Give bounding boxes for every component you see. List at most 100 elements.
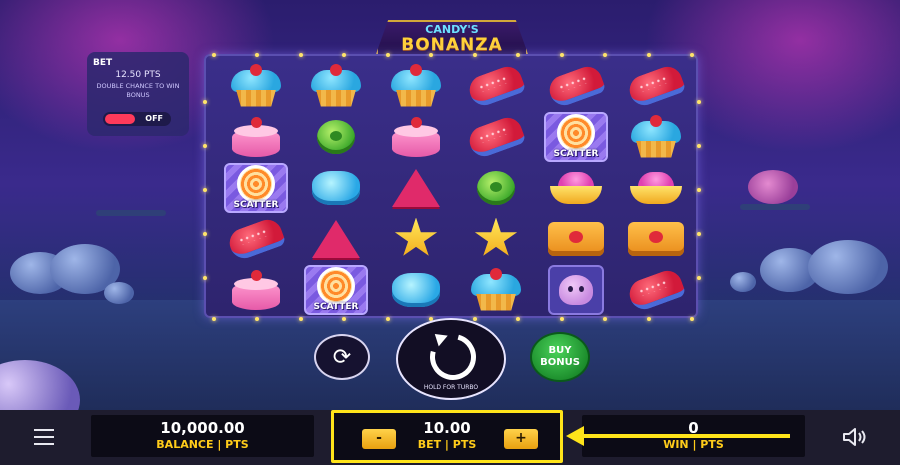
decor-balloon: [808, 240, 888, 294]
reel-cell: [296, 111, 376, 162]
frame-light: [212, 53, 216, 57]
red-jelly-symbol: [625, 62, 687, 109]
frame-light: [516, 53, 521, 57]
cupcake-symbol: [627, 114, 685, 159]
pink-cake-symbol: [389, 115, 443, 159]
green-candy-symbol: [477, 170, 515, 205]
star-candy-symbol: [474, 217, 518, 256]
red-jelly-symbol: [225, 215, 287, 262]
reel-cell: [536, 60, 616, 111]
bet-decrease-button[interactable]: -: [362, 429, 396, 449]
frame-light: [298, 317, 303, 321]
autoplay-icon: ⟳: [332, 344, 352, 370]
red-jelly-symbol: [465, 62, 527, 109]
decor-balloon: [730, 272, 756, 292]
red-triangle-candy-symbol: [392, 168, 440, 207]
frame-light: [385, 53, 390, 57]
frame-light: [690, 53, 694, 57]
sound-icon[interactable]: [842, 428, 870, 446]
blue-candy-symbol: [392, 272, 440, 307]
highlight-arrow-icon: [566, 426, 584, 446]
toggle-label: OFF: [145, 114, 163, 123]
reel-cell: [456, 213, 536, 264]
cupcake-symbol: [467, 267, 525, 312]
scatter-symbol: SCATTER: [304, 264, 368, 315]
frame-light: [697, 100, 701, 104]
pink-cake-symbol: [229, 268, 283, 312]
frame-light: [603, 53, 608, 57]
balance-display: 10,000.00 BALANCE | PTS: [91, 415, 314, 457]
win-label: WIN | PTS: [663, 438, 724, 451]
balance-label: BALANCE | PTS: [156, 438, 249, 451]
reel-cell: SCATTER: [296, 264, 376, 315]
scatter-symbol: SCATTER: [224, 162, 288, 213]
spin-ring-icon: [421, 325, 485, 389]
frame-light: [472, 317, 477, 321]
bet-panel-title: BET: [93, 58, 113, 68]
frame-light: [203, 276, 207, 280]
frame-light: [697, 188, 701, 192]
reel-cell: [296, 213, 376, 264]
reel-cell: SCATTER: [536, 111, 616, 162]
frame-light: [203, 144, 207, 148]
buy-bonus-line1: BUY: [548, 345, 572, 356]
frame-light: [559, 53, 564, 57]
balance-value: 10,000.00: [160, 419, 245, 437]
bet-increase-button[interactable]: +: [504, 429, 538, 449]
octopus-symbol: [548, 264, 604, 315]
buy-bonus-button[interactable]: BUY BONUS: [530, 332, 590, 382]
logo-line2: BONANZA: [401, 35, 503, 55]
waffle-symbol: [548, 221, 604, 256]
decor-plant: [748, 170, 798, 204]
star-candy-symbol: [394, 217, 438, 256]
reel-cell: [616, 264, 696, 315]
bet-panel-description: DOUBLE CHANCE TO WIN BONUS: [96, 82, 180, 99]
double-chance-toggle[interactable]: OFF: [103, 112, 171, 126]
red-jelly-symbol: [625, 266, 687, 313]
double-chance-panel: BET 12.50 PTS DOUBLE CHANCE TO WIN BONUS…: [87, 52, 189, 136]
frame-light: [203, 100, 207, 104]
reel-cell: [456, 111, 536, 162]
frame-light: [203, 188, 207, 192]
buy-bonus-line2: BONUS: [540, 357, 580, 368]
reel-cell: SCATTER: [216, 162, 296, 213]
cupcake-symbol: [227, 63, 285, 108]
reel-cell: [536, 213, 616, 264]
reels-grid: SCATTER SCATTER SCATTER: [216, 60, 696, 315]
reel-cell: [216, 111, 296, 162]
scatter-label: SCATTER: [313, 301, 359, 312]
reel-cell: [376, 60, 456, 111]
frame-light: [697, 144, 701, 148]
reel-cell: [536, 264, 616, 315]
cupcake-symbol: [307, 63, 365, 108]
toggle-knob: [105, 114, 135, 124]
game-logo: CANDY'S BONANZA: [376, 20, 528, 54]
frame-light: [203, 232, 207, 236]
spin-button[interactable]: HOLD FOR TURBO: [396, 318, 506, 400]
frame-light: [212, 317, 216, 321]
waffle-symbol: [628, 221, 684, 256]
autoplay-button[interactable]: ⟳: [314, 334, 370, 380]
spin-hint: HOLD FOR TURBO: [423, 384, 479, 391]
red-jelly-symbol: [465, 113, 527, 160]
frame-light: [342, 53, 347, 57]
reel-cell: [216, 60, 296, 111]
reel-cell: [616, 60, 696, 111]
reel-cell: [216, 213, 296, 264]
scatter-symbol: SCATTER: [544, 111, 608, 162]
reel-cell: [456, 264, 536, 315]
frame-light: [429, 53, 434, 57]
frame-light: [298, 53, 303, 57]
reel-cell: [296, 60, 376, 111]
frame-light: [472, 53, 477, 57]
pink-cake-symbol: [229, 115, 283, 159]
frame-light: [646, 317, 651, 321]
pink-bowl-symbol: [628, 170, 684, 206]
highlight-arrow-shaft: [572, 434, 790, 438]
menu-icon[interactable]: [34, 429, 54, 445]
frame-light: [255, 53, 260, 57]
frame-light: [697, 276, 701, 280]
blue-candy-symbol: [312, 170, 360, 205]
bet-display: - 10.00 BET | PTS +: [331, 410, 563, 463]
reel-cell: [616, 111, 696, 162]
